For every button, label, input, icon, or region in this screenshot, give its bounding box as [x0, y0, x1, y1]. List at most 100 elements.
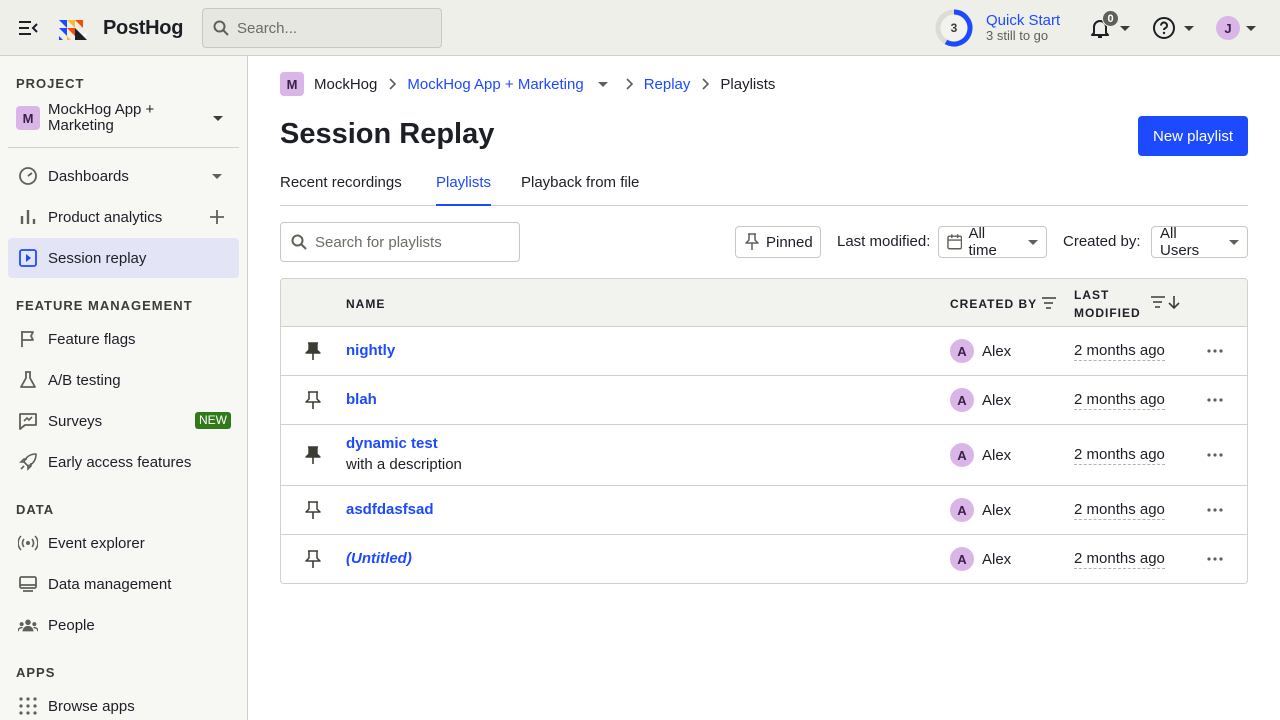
- pin-filled-icon[interactable]: [303, 445, 323, 465]
- grid-dots-icon: [18, 696, 38, 716]
- quick-start-count: 3: [950, 21, 958, 35]
- more-options-icon[interactable]: [1203, 443, 1227, 467]
- tab-recent-recordings[interactable]: Recent recordings: [280, 174, 402, 191]
- table-row[interactable]: dynamic test with a description A Alex 2…: [281, 425, 1247, 486]
- posthog-hedgehog-icon: [59, 20, 87, 40]
- user-menu-button[interactable]: J: [1216, 14, 1260, 42]
- playlist-name-link[interactable]: (Untitled): [346, 550, 412, 567]
- breadcrumb-replay[interactable]: Replay: [644, 76, 691, 93]
- sidebar-item-event-explorer[interactable]: Event explorer: [8, 523, 239, 563]
- creator-name: Alex: [982, 391, 1012, 409]
- play-square-icon: [18, 248, 38, 268]
- chevron-down-icon: [1246, 25, 1256, 31]
- sidebar-item-feature-flags[interactable]: Feature flags: [8, 319, 239, 359]
- project-heading: PROJECT: [16, 76, 85, 91]
- last-modified-value: 2 months ago: [1074, 446, 1165, 465]
- page-title: Session Replay: [280, 118, 495, 150]
- sidebar-item-label: Early access features: [48, 453, 192, 471]
- sidebar-item-surveys[interactable]: Surveys NEW: [8, 401, 239, 441]
- pin-outline-icon[interactable]: [303, 549, 323, 569]
- tab-playlists[interactable]: Playlists: [436, 174, 492, 206]
- notifications-button[interactable]: 0: [1088, 10, 1132, 42]
- chevron-right-icon: [624, 78, 634, 90]
- global-search-input[interactable]: [237, 19, 427, 37]
- more-options-icon[interactable]: [1203, 388, 1227, 412]
- flag-icon: [18, 329, 38, 349]
- table-row[interactable]: (Untitled) A Alex 2 months ago: [281, 535, 1247, 583]
- creator-avatar: A: [950, 443, 974, 467]
- sidebar-item-label: People: [48, 616, 95, 634]
- playlist-search-input[interactable]: [315, 233, 505, 251]
- quick-start-title: Quick Start: [986, 11, 1061, 29]
- pinned-filter-button[interactable]: Pinned: [735, 226, 821, 258]
- sidebar-item-product-analytics[interactable]: Product analytics: [8, 197, 239, 237]
- sidebar-item-dashboards[interactable]: Dashboards: [8, 156, 239, 196]
- pin-outline-icon[interactable]: [303, 390, 323, 410]
- sidebar-item-session-replay[interactable]: Session replay: [8, 238, 239, 278]
- playlist-name-link[interactable]: asdfdasfsad: [346, 501, 434, 518]
- sidebar-item-people[interactable]: People: [8, 605, 239, 645]
- breadcrumb-project[interactable]: MockHog App + Marketing: [407, 76, 583, 93]
- logo-text: PostHog: [103, 16, 184, 39]
- pin-outline-icon[interactable]: [303, 500, 323, 520]
- created-by-value: All Users: [1160, 225, 1200, 259]
- posthog-logo[interactable]: PostHog: [59, 16, 183, 40]
- creator-avatar: A: [950, 547, 974, 571]
- sidebar-item-ab-testing[interactable]: A/B testing: [8, 360, 239, 400]
- flask-icon: [18, 370, 38, 390]
- last-modified-label: Last modified:: [837, 233, 931, 250]
- sidebar-item-label: Session replay: [48, 249, 147, 267]
- last-modified-value: 2 months ago: [1074, 391, 1165, 410]
- sidebar-item-data-management[interactable]: Data management: [8, 564, 239, 604]
- column-header-created-by[interactable]: CREATED BY: [950, 297, 1037, 311]
- playlist-name-link[interactable]: dynamic test: [346, 435, 462, 452]
- notifications-count-badge: 0: [1102, 10, 1119, 27]
- quick-start-button[interactable]: 3 Quick Start 3 still to go: [934, 8, 1060, 48]
- breadcrumb-org[interactable]: MockHog: [314, 76, 377, 93]
- more-options-icon[interactable]: [1203, 547, 1227, 571]
- sidebar-item-label: Product analytics: [48, 208, 163, 226]
- chevron-right-icon: [700, 78, 710, 90]
- playlist-name-link[interactable]: blah: [346, 391, 377, 408]
- feature-management-heading: FEATURE MANAGEMENT: [16, 298, 193, 313]
- table-row[interactable]: nightly A Alex 2 months ago: [281, 327, 1247, 376]
- column-header-name[interactable]: NAME: [346, 297, 385, 311]
- pin-filled-icon[interactable]: [303, 341, 323, 361]
- column-header-last-modified-line2[interactable]: MODIFIED: [1074, 306, 1141, 320]
- table-row[interactable]: asdfdasfsad A Alex 2 months ago: [281, 486, 1247, 535]
- plus-icon[interactable]: [207, 207, 227, 227]
- created-by-select[interactable]: All Users: [1151, 225, 1248, 259]
- tab-playback-from-file[interactable]: Playback from file: [521, 174, 639, 191]
- sort-descending-icon[interactable]: [1151, 296, 1181, 313]
- sidebar-item-early-access[interactable]: Early access features: [8, 442, 239, 482]
- chevron-down-icon[interactable]: [207, 166, 227, 186]
- sidebar-item-label: Data management: [48, 575, 172, 593]
- pinned-label: Pinned: [766, 233, 813, 251]
- breadcrumb-current: Playlists: [720, 75, 776, 93]
- sort-icon[interactable]: [1042, 296, 1056, 312]
- rocket-icon: [18, 452, 38, 472]
- help-button[interactable]: [1152, 14, 1196, 42]
- table-row[interactable]: blah A Alex 2 months ago: [281, 376, 1247, 425]
- menu-toggle-icon[interactable]: [16, 16, 40, 40]
- project-switcher[interactable]: M MockHog App + Marketing: [8, 98, 239, 138]
- sidebar-item-browse-apps[interactable]: Browse apps: [8, 686, 239, 720]
- quick-start-subtitle: 3 still to go: [986, 28, 1049, 44]
- more-options-icon[interactable]: [1203, 339, 1227, 363]
- creator-name: Alex: [982, 501, 1012, 519]
- creator-name: Alex: [982, 550, 1012, 568]
- column-header-last-modified-line1[interactable]: LAST: [1074, 288, 1109, 302]
- creator-name: Alex: [982, 446, 1012, 464]
- new-playlist-button[interactable]: New playlist: [1138, 116, 1248, 156]
- more-options-icon[interactable]: [1203, 498, 1227, 522]
- chevron-down-icon[interactable]: [597, 81, 608, 87]
- breadcrumb: M MockHog MockHog App + Marketing Replay…: [280, 72, 775, 96]
- sidebar-divider: [8, 147, 239, 148]
- sidebar-item-label: Dashboards: [48, 167, 129, 185]
- global-search[interactable]: [202, 8, 442, 48]
- last-modified-select[interactable]: All time: [938, 225, 1047, 259]
- sidebar-item-label: Event explorer: [48, 534, 145, 552]
- search-icon: [291, 234, 307, 250]
- playlist-search[interactable]: [280, 222, 520, 262]
- playlist-name-link[interactable]: nightly: [346, 342, 395, 359]
